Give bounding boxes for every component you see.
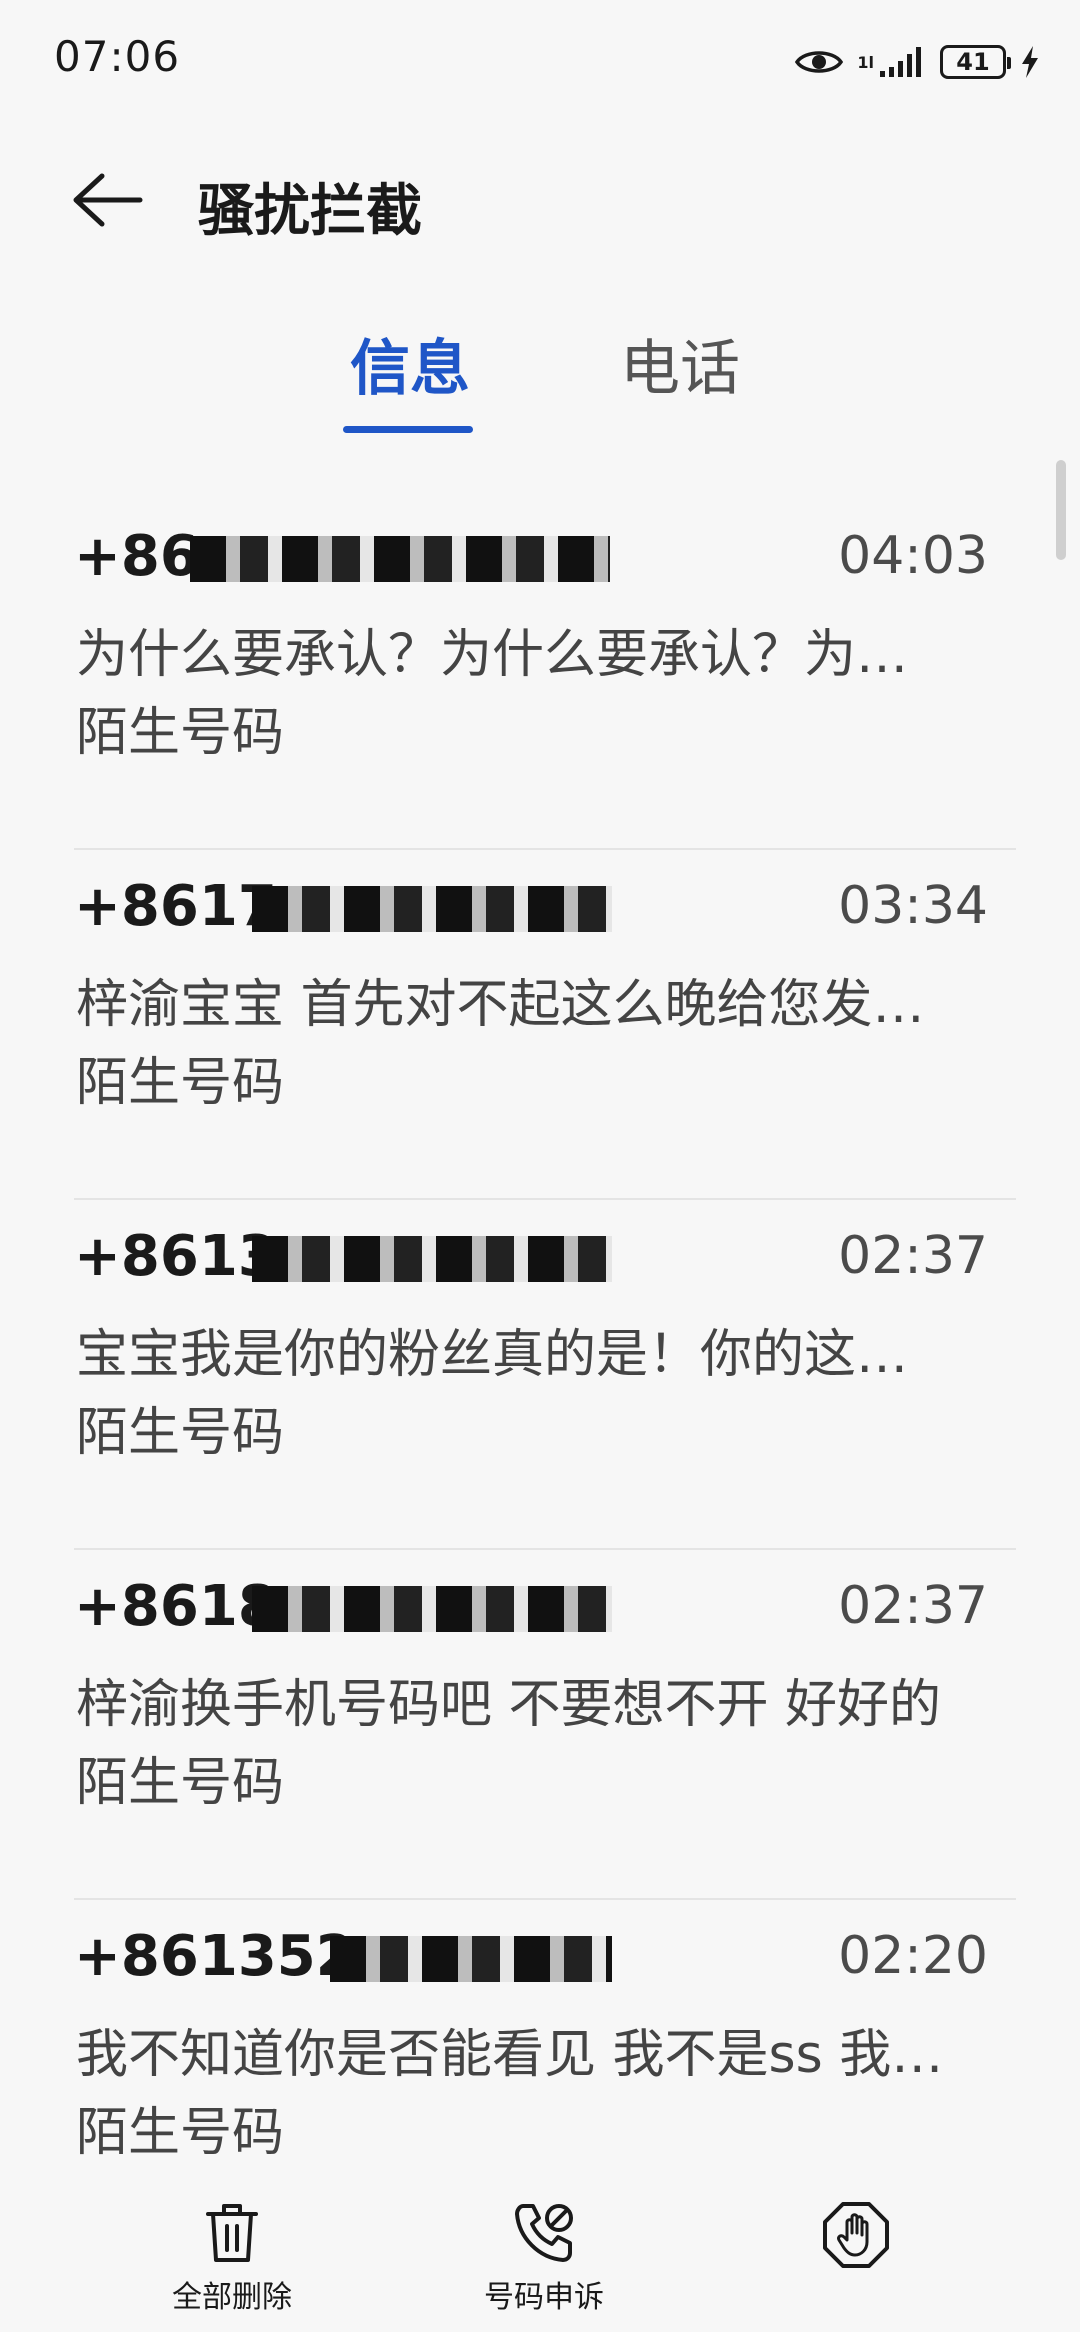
message-time: 02:37 xyxy=(838,1576,988,1636)
message-time: 02:20 xyxy=(838,1926,988,1986)
message-preview: 梓渝换手机号码吧 不要想不开 好好的 xyxy=(76,1675,942,1735)
page-title: 骚扰拦截 xyxy=(198,179,422,244)
message-tag: 陌生号码 xyxy=(76,2103,285,2163)
message-preview: 为什么要承认？为什么要承认？为… xyxy=(76,625,909,685)
message-item[interactable]: +8617 03:34 梓渝宝宝 首先对不起这么晚给您发… 陌生号码 xyxy=(0,850,1080,1200)
message-item[interactable]: +8618 02:37 梓渝换手机号码吧 不要想不开 好好的 陌生号码 xyxy=(0,1550,1080,1900)
number-appeal-label: 号码申诉 xyxy=(484,2280,604,2315)
message-time: 04:03 xyxy=(838,526,988,586)
message-list: +86 04:03 为什么要承认？为什么要承认？为… 陌生号码 +8617 03… xyxy=(0,500,1080,2250)
bottom-toolbar: 全部删除 号码申诉 xyxy=(0,2200,1080,2332)
back-button[interactable] xyxy=(68,170,148,230)
redaction-mosaic xyxy=(190,536,610,582)
message-tag: 陌生号码 xyxy=(76,1053,285,1113)
redaction-mosaic xyxy=(330,1936,612,1982)
message-time: 02:37 xyxy=(838,1226,988,1286)
header: 骚扰拦截 xyxy=(0,150,1080,250)
delete-all-button[interactable]: 全部删除 xyxy=(112,2200,352,2332)
status-bar: 07:06 1l 41 xyxy=(0,0,1080,120)
message-preview: 梓渝宝宝 首先对不起这么晚给您发… xyxy=(76,975,925,1035)
number-appeal-button[interactable]: 号码申诉 xyxy=(424,2200,664,2332)
message-sender-number: +8613 xyxy=(74,1224,277,1289)
phone-appeal-icon xyxy=(515,2204,573,2262)
message-item[interactable]: +8613 02:37 宝宝我是你的粉丝真的是！你的这… 陌生号码 xyxy=(0,1200,1080,1550)
charging-icon xyxy=(1022,46,1038,78)
hand-stop-icon xyxy=(823,2202,889,2268)
tab-bar: 信息 电话 xyxy=(0,320,1080,440)
message-item[interactable]: +86 04:03 为什么要承认？为什么要承认？为… 陌生号码 xyxy=(0,500,1080,850)
tab-calls[interactable]: 电话 xyxy=(610,320,750,407)
message-time: 03:34 xyxy=(838,876,988,936)
message-tag: 陌生号码 xyxy=(76,1403,285,1463)
message-sender-number: +861352 xyxy=(74,1924,355,1989)
message-tag: 陌生号码 xyxy=(76,703,285,763)
tab-messages[interactable]: 信息 xyxy=(340,320,480,407)
active-tab-indicator xyxy=(343,426,473,433)
block-rules-button[interactable] xyxy=(736,2200,976,2332)
status-time: 07:06 xyxy=(54,32,181,81)
trash-icon xyxy=(206,2204,258,2262)
message-sender-number: +86 xyxy=(74,524,199,589)
back-arrow-icon xyxy=(73,173,143,227)
message-item[interactable]: +861352 02:20 我不知道你是否能看见 我不是ss 我… 陌生号码 xyxy=(0,1900,1080,2250)
signal-icon xyxy=(880,47,921,77)
message-tag: 陌生号码 xyxy=(76,1753,285,1813)
message-sender-number: +8618 xyxy=(74,1574,277,1639)
delete-all-label: 全部删除 xyxy=(172,2280,292,2315)
message-preview: 我不知道你是否能看见 我不是ss 我… xyxy=(76,2025,944,2085)
message-preview: 宝宝我是你的粉丝真的是！你的这… xyxy=(76,1325,909,1385)
redaction-mosaic xyxy=(252,886,612,932)
redaction-mosaic xyxy=(252,1236,612,1282)
network-type-text: 1l xyxy=(857,52,874,72)
battery-icon: 41 xyxy=(940,45,1011,79)
status-icons: 1l 41 xyxy=(795,40,1040,84)
message-sender-number: +8617 xyxy=(74,874,277,939)
eye-icon xyxy=(795,51,844,73)
battery-level: 41 xyxy=(956,48,990,76)
redaction-mosaic xyxy=(252,1586,612,1632)
